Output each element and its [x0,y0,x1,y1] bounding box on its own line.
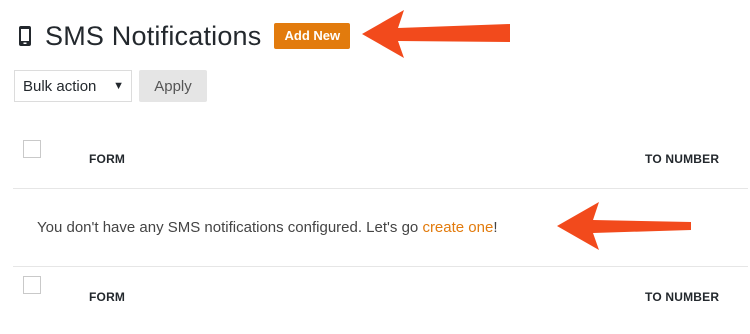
page-header: SMS Notifications Add New [15,16,351,56]
apply-button[interactable]: Apply [139,70,207,102]
empty-state-message: You don't have any SMS notifications con… [37,219,498,236]
footer-column-header-to-number: TO NUMBER [645,290,720,304]
empty-message-suffix: ! [493,219,498,236]
bulk-action-value: Bulk action [23,77,97,95]
page-title: SMS Notifications [45,20,262,51]
add-new-button[interactable]: Add New [274,23,351,49]
phone-icon [15,23,35,49]
table-header-divider [13,188,748,189]
footer-column-header-form: FORM [89,290,126,304]
annotation-arrow-icon [557,202,691,250]
column-header-to-number: TO NUMBER [645,152,720,166]
select-all-checkbox-footer[interactable] [23,276,41,294]
create-one-link[interactable]: create one [422,219,493,236]
caret-down-icon: ▼ [113,80,124,92]
empty-message-text: You don't have any SMS notifications con… [37,219,423,236]
column-header-form: FORM [89,152,126,166]
annotation-arrow-icon [362,10,510,58]
bulk-action-select[interactable]: Bulk action ▼ [14,70,132,102]
select-all-checkbox[interactable] [23,140,41,158]
table-footer-divider [13,266,748,267]
